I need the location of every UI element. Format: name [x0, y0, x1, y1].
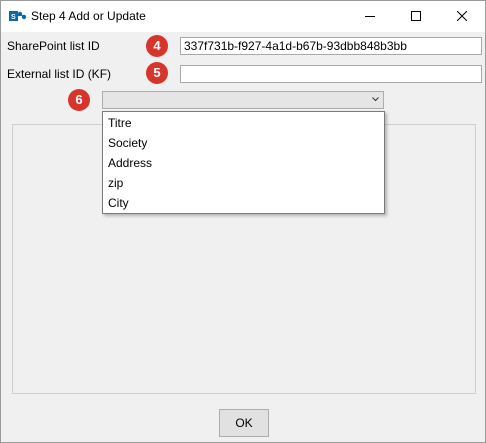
sharepoint-list-id-field[interactable]: 337f731b-f927-4a1d-b67b-93dbb848b3bb: [180, 37, 482, 55]
dropdown-option-zip[interactable]: zip: [108, 173, 123, 193]
dialog-window: S Step 4 Add or Update SharePoint list I: [0, 0, 486, 443]
column-dropdown-list: Titre Society Address zip City: [102, 111, 385, 214]
svg-text:S: S: [11, 14, 16, 21]
dropdown-option-city[interactable]: City: [108, 193, 129, 213]
column-select[interactable]: [102, 91, 384, 109]
dropdown-option-society[interactable]: Society: [108, 133, 147, 153]
minimize-icon: [365, 16, 375, 17]
sharepoint-list-id-label: SharePoint list ID: [7, 39, 100, 53]
external-list-id-label: External list ID (KF): [7, 67, 112, 81]
app-icon: S: [9, 9, 27, 23]
step-badge-6: 6: [68, 89, 90, 111]
dropdown-option-address[interactable]: Address: [108, 153, 152, 173]
close-icon: [457, 11, 467, 21]
ok-button[interactable]: OK: [219, 409, 269, 437]
close-button[interactable]: [439, 1, 485, 32]
maximize-button[interactable]: [393, 1, 439, 32]
window-title: Step 4 Add or Update: [31, 9, 146, 23]
dropdown-option-titre[interactable]: Titre: [108, 113, 132, 133]
maximize-icon: [411, 11, 421, 21]
step-badge-5: 5: [146, 62, 168, 84]
title-bar[interactable]: S Step 4 Add or Update: [1, 1, 485, 32]
external-list-id-field[interactable]: [180, 65, 482, 83]
chevron-down-icon: [372, 97, 379, 102]
step-badge-4: 4: [146, 35, 168, 57]
minimize-button[interactable]: [347, 1, 393, 32]
